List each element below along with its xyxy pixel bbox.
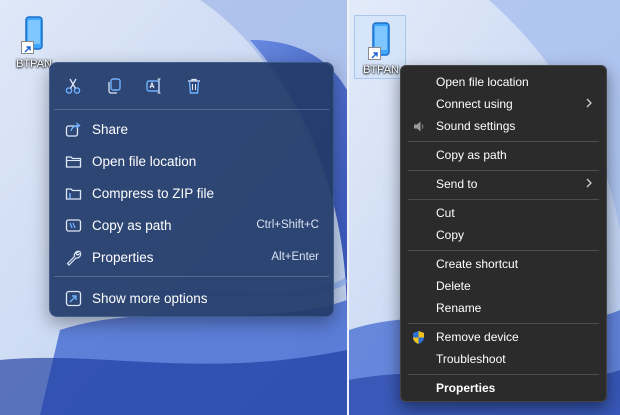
menu-item-label: Copy [436,228,465,242]
menu-item-create-shortcut[interactable]: Create shortcut [401,254,606,276]
menu-separator [408,141,599,142]
shield-icon [413,331,424,344]
shortcut-arrow-icon [368,47,381,60]
speaker-icon [414,121,424,132]
menu-item-copy-as-path[interactable]: Copy as path [401,145,606,167]
menu-separator [54,109,329,110]
menu-separator [54,276,329,277]
delete-button[interactable] [182,74,206,98]
copy-icon [108,78,121,94]
shortcut-label: Ctrl+Shift+C [256,219,319,231]
menu-item-label: Copy as path [436,148,507,162]
menu-separator [408,170,599,171]
menu-item-label: Show more options [92,290,208,306]
classic-context-menu: Open file location Connect using Sound s… [400,65,607,402]
menu-item-remove-device[interactable]: Remove device [401,327,606,349]
menu-item-label: Share [92,121,129,137]
menu-item-label: Send to [436,177,478,191]
menu-item-label: Connect using [436,97,513,111]
menu-item-label: Open file location [92,153,197,169]
menu-item-label: Properties [92,249,154,265]
menu-separator [408,199,599,200]
menu-separator [408,323,599,324]
chevron-right-icon [586,178,592,188]
copy-button[interactable] [102,74,126,98]
menu-item-label: Compress to ZIP file [92,185,215,201]
menu-item-label: Delete [436,279,471,293]
menu-item-copy-as-path[interactable]: Copy as path Ctrl+Shift+C [54,210,329,240]
menu-item-label: Create shortcut [436,257,519,271]
menu-item-send-to[interactable]: Send to [401,174,606,196]
menu-item-label: Sound settings [436,119,516,133]
chevron-right-icon [586,98,592,108]
quick-actions-bar [50,63,333,109]
menu-item-delete[interactable]: Delete [401,276,606,298]
expand-icon [65,290,82,307]
desktop-left: BTPAN Share Open file location Compress … [0,0,347,415]
menu-separator [408,374,599,375]
zip-folder-icon [65,185,82,202]
menu-item-label: Troubleshoot [436,352,506,366]
menu-item-share[interactable]: Share [54,114,329,144]
menu-item-connect-using[interactable]: Connect using [401,94,606,116]
modern-context-menu: Share Open file location Compress to ZIP… [49,62,334,317]
wrench-icon [65,249,82,266]
desktop-icon-btpan[interactable]: BTPAN [354,15,406,79]
menu-item-copy[interactable]: Copy [401,225,606,247]
menu-item-label: Properties [436,381,496,395]
copy-path-icon [65,217,82,234]
menu-item-open-file-location[interactable]: Open file location [54,146,329,176]
menu-item-label: Copy as path [92,217,172,233]
shortcut-arrow-icon [21,41,34,54]
rename-button[interactable] [142,74,166,98]
shortcut-label: Alt+Enter [271,251,319,263]
menu-item-properties[interactable]: Properties [401,378,606,400]
menu-item-compress-zip[interactable]: Compress to ZIP file [54,178,329,208]
menu-item-label: Cut [436,206,455,220]
menu-item-label: Open file location [436,75,529,89]
menu-item-troubleshoot[interactable]: Troubleshoot [401,349,606,371]
menu-item-properties[interactable]: Properties Alt+Enter [54,242,329,272]
cut-icon [65,78,81,94]
menu-item-label: Rename [436,301,482,315]
cut-button[interactable] [61,74,85,98]
menu-item-open-file-location[interactable]: Open file location [401,72,606,94]
menu-item-label: Remove device [436,330,519,344]
menu-item-sound-settings[interactable]: Sound settings [401,116,606,138]
menu-item-show-more-options[interactable]: Show more options [54,283,329,313]
menu-item-rename[interactable]: Rename [401,298,606,320]
menu-item-cut[interactable]: Cut [401,203,606,225]
menu-separator [408,250,599,251]
share-icon [65,121,82,138]
delete-icon [188,78,200,94]
rename-icon [146,78,161,94]
folder-icon [65,153,82,170]
